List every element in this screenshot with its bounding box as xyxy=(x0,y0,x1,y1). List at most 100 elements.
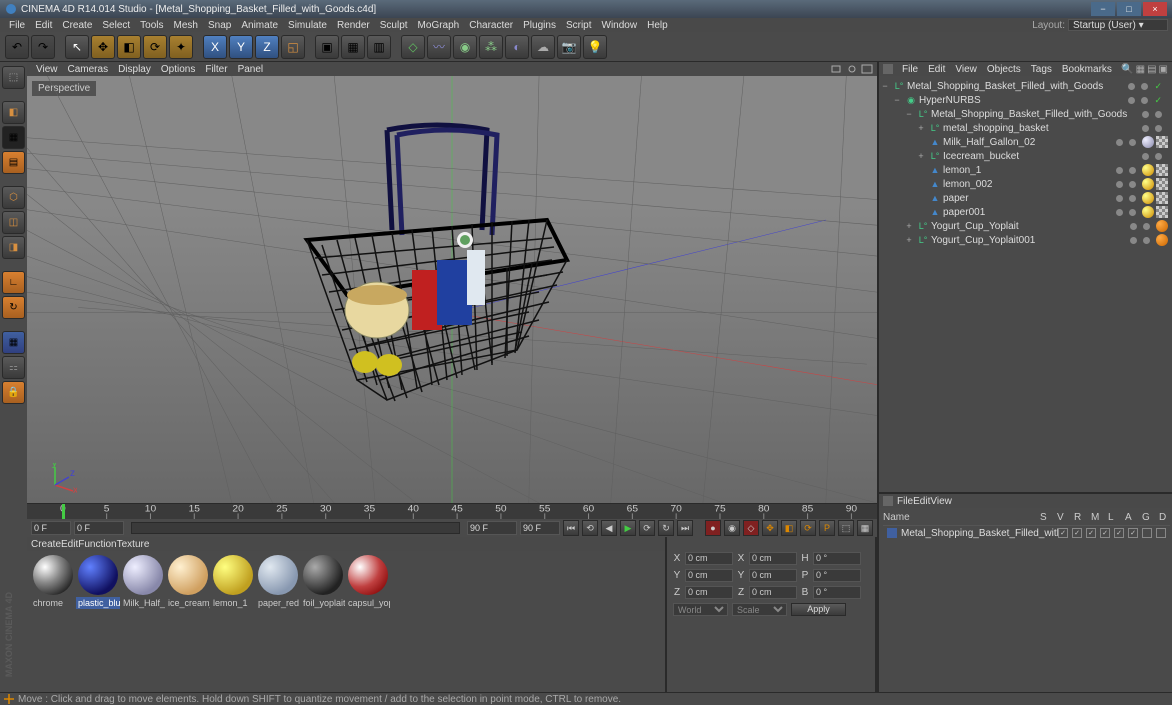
material-item[interactable]: capsul_yop xyxy=(346,555,390,609)
material-item[interactable]: paper_red xyxy=(256,555,300,609)
tweak-button[interactable]: ↻ xyxy=(2,296,25,319)
object-menu-edit[interactable]: Edit xyxy=(923,64,950,75)
tree-row[interactable]: −L°Metal_Shopping_Basket_Filled_with_Goo… xyxy=(879,107,1172,121)
menu-animate[interactable]: Animate xyxy=(236,20,283,31)
menu-edit[interactable]: Edit xyxy=(30,20,57,31)
tree-expander[interactable] xyxy=(915,165,927,175)
layer-menu-edit[interactable]: Edit xyxy=(913,496,930,507)
visibility-editor-dot[interactable] xyxy=(1142,111,1149,118)
layer-flag-checkbox[interactable]: ✓ xyxy=(1086,528,1096,538)
key-pos-button[interactable]: ✥ xyxy=(762,520,778,536)
viewport-maximize-icon[interactable] xyxy=(861,64,873,74)
visibility-render-dot[interactable] xyxy=(1141,97,1148,104)
keyframe-button[interactable]: ◇ xyxy=(743,520,759,536)
tree-expander[interactable] xyxy=(915,193,927,203)
redo-button[interactable]: ↷ xyxy=(31,35,55,59)
time-end-input[interactable] xyxy=(520,521,560,535)
goto-end-button[interactable]: ⏭ xyxy=(677,520,693,536)
visibility-editor-dot[interactable] xyxy=(1130,237,1137,244)
visibility-editor-dot[interactable] xyxy=(1128,97,1135,104)
tree-row[interactable]: +L°Yogurt_Cup_Yoplait001 xyxy=(879,233,1172,247)
object-menu-tags[interactable]: Tags xyxy=(1026,64,1057,75)
panel-close-icon[interactable]: ▣ xyxy=(1159,64,1168,75)
axis-x-lock[interactable]: X xyxy=(203,35,227,59)
light-button[interactable]: 💡 xyxy=(583,35,607,59)
edges-mode-button[interactable]: ◫ xyxy=(2,211,25,234)
tree-row[interactable]: +L°Icecream_bucket xyxy=(879,149,1172,163)
panel-grip-icon[interactable] xyxy=(883,496,893,506)
visibility-render-dot[interactable] xyxy=(1129,167,1136,174)
tree-row[interactable]: ▲paper001 xyxy=(879,205,1172,219)
size-mode-dropdown[interactable]: Scale xyxy=(732,603,787,616)
scale-tool[interactable]: ◧ xyxy=(117,35,141,59)
perspective-viewport[interactable]: Perspective xyxy=(27,76,877,503)
tree-expander[interactable]: + xyxy=(903,221,915,231)
phong-tag-icon[interactable] xyxy=(1156,192,1168,204)
viewport-menu-view[interactable]: View xyxy=(31,64,63,75)
object-menu-view[interactable]: View xyxy=(950,64,982,75)
menu-snap[interactable]: Snap xyxy=(203,20,236,31)
layer-flag-checkbox[interactable]: ✓ xyxy=(1128,528,1138,538)
apply-button[interactable]: Apply xyxy=(791,603,846,616)
model-mode-button[interactable]: ◧ xyxy=(2,101,25,124)
material-item[interactable]: ice_cream_ xyxy=(166,555,210,609)
visibility-editor-dot[interactable] xyxy=(1142,153,1149,160)
material-tag-icon[interactable] xyxy=(1142,192,1154,204)
play-forward-button[interactable]: ▶ xyxy=(620,520,636,536)
menu-tools[interactable]: Tools xyxy=(135,20,168,31)
key-scale-button[interactable]: ◧ xyxy=(781,520,797,536)
search-icon[interactable]: 🔍 xyxy=(1121,64,1133,75)
snap-enable-button[interactable]: ▦ xyxy=(2,331,25,354)
time-range-start-input[interactable] xyxy=(74,521,124,535)
material-item[interactable]: Milk_Half_ xyxy=(121,555,165,609)
material-tag-icon[interactable] xyxy=(1142,178,1154,190)
viewport-lock-icon[interactable] xyxy=(846,64,858,74)
menu-select[interactable]: Select xyxy=(97,20,135,31)
menu-mesh[interactable]: Mesh xyxy=(169,20,203,31)
pos-z-input[interactable] xyxy=(685,586,733,599)
tree-row[interactable]: +L°Yogurt_Cup_Yoplait xyxy=(879,219,1172,233)
autokey-button[interactable]: ◉ xyxy=(724,520,740,536)
axis-y-lock[interactable]: Y xyxy=(229,35,253,59)
menu-script[interactable]: Script xyxy=(561,20,597,31)
workplane-lock-button[interactable]: 🔒 xyxy=(2,381,25,404)
coord-mode-dropdown[interactable]: World xyxy=(673,603,728,616)
menu-help[interactable]: Help xyxy=(642,20,673,31)
phong-tag-icon[interactable] xyxy=(1156,178,1168,190)
record-button[interactable]: ● xyxy=(705,520,721,536)
time-ruler[interactable]: 051015202530354045505560657075808590 xyxy=(27,503,877,519)
visibility-render-dot[interactable] xyxy=(1143,223,1150,230)
visibility-editor-dot[interactable] xyxy=(1116,181,1123,188)
visibility-editor-dot[interactable] xyxy=(1142,125,1149,132)
layer-flag-checkbox[interactable]: ✓ xyxy=(1100,528,1110,538)
enabled-check-icon[interactable]: ✓ xyxy=(1154,95,1162,106)
visibility-editor-dot[interactable] xyxy=(1116,167,1123,174)
viewport-camera-icon[interactable] xyxy=(831,64,843,74)
camera-button[interactable]: 📷 xyxy=(557,35,581,59)
material-item[interactable]: plastic_blu xyxy=(76,555,120,609)
viewport-menu-cameras[interactable]: Cameras xyxy=(63,64,114,75)
axis-tool-button[interactable]: ∟ xyxy=(2,271,25,294)
rot-p-input[interactable] xyxy=(813,569,861,582)
material-tag-icon[interactable] xyxy=(1156,234,1168,246)
layer-flag-checkbox[interactable]: ✓ xyxy=(1058,528,1068,538)
render-picture-button[interactable]: ▦ xyxy=(341,35,365,59)
time-start-input[interactable] xyxy=(31,521,71,535)
menu-window[interactable]: Window xyxy=(597,20,643,31)
menu-sculpt[interactable]: Sculpt xyxy=(375,20,413,31)
menu-simulate[interactable]: Simulate xyxy=(283,20,332,31)
goto-next-key-button[interactable]: ⟳ xyxy=(639,520,655,536)
window-close-button[interactable]: × xyxy=(1143,2,1167,16)
tree-expander[interactable]: + xyxy=(915,151,927,161)
material-item[interactable]: lemon_1 xyxy=(211,555,255,609)
menu-create[interactable]: Create xyxy=(57,20,97,31)
visibility-render-dot[interactable] xyxy=(1141,83,1148,90)
material-item[interactable]: foil_yoplait xyxy=(301,555,345,609)
points-mode-button[interactable]: ⬡ xyxy=(2,186,25,209)
tree-expander[interactable]: + xyxy=(915,123,927,133)
layer-item[interactable]: Metal_Shopping_Basket_Filled_with_Goods … xyxy=(883,526,1170,540)
object-menu-objects[interactable]: Objects xyxy=(982,64,1026,75)
material-item[interactable]: chrome xyxy=(31,555,75,609)
size-z-input[interactable] xyxy=(749,586,797,599)
time-slider[interactable] xyxy=(131,522,460,534)
